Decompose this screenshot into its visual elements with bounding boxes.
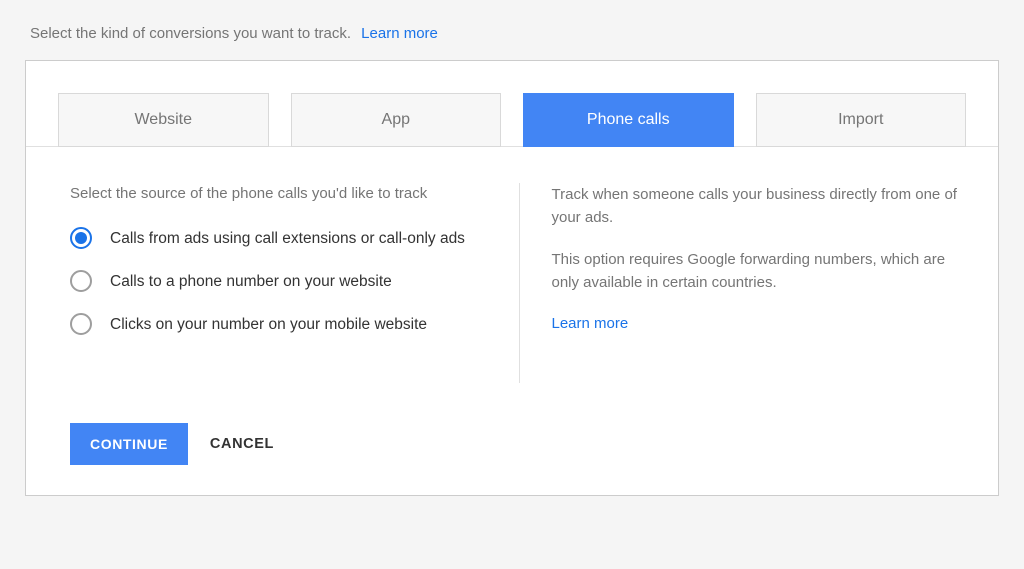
cancel-button[interactable]: CANCEL — [210, 436, 274, 452]
radio-option-calls-from-ads[interactable]: Calls from ads using call extensions or … — [70, 227, 481, 250]
radio-label: Calls to a phone number on your website — [110, 270, 392, 293]
tab-label: App — [382, 111, 410, 129]
tab-app[interactable]: App — [291, 93, 502, 147]
tab-website[interactable]: Website — [58, 93, 269, 147]
radio-icon — [70, 227, 92, 249]
description-text-2: This option requires Google forwarding n… — [552, 248, 963, 295]
tab-label: Phone calls — [587, 111, 670, 129]
right-learn-more-link[interactable]: Learn more — [552, 315, 629, 332]
left-panel: Select the source of the phone calls you… — [70, 183, 511, 383]
action-row: CONTINUE CANCEL — [26, 393, 998, 495]
tab-phone-calls[interactable]: Phone calls — [523, 93, 734, 147]
tab-label: Import — [838, 111, 883, 129]
source-prompt: Select the source of the phone calls you… — [70, 183, 481, 205]
radio-icon — [70, 270, 92, 292]
tab-bar: Website App Phone calls Import — [26, 61, 998, 147]
radio-label: Clicks on your number on your mobile web… — [110, 313, 427, 336]
radio-option-calls-to-website[interactable]: Calls to a phone number on your website — [70, 270, 481, 293]
tab-import[interactable]: Import — [756, 93, 967, 147]
right-panel: Track when someone calls your business d… — [528, 183, 963, 383]
description-text-1: Track when someone calls your business d… — [552, 183, 963, 230]
radio-option-clicks-mobile[interactable]: Clicks on your number on your mobile web… — [70, 313, 481, 336]
intro-label: Select the kind of conversions you want … — [30, 25, 351, 42]
continue-button[interactable]: CONTINUE — [70, 423, 188, 465]
radio-label: Calls from ads using call extensions or … — [110, 227, 465, 250]
radio-icon — [70, 313, 92, 335]
intro-text: Select the kind of conversions you want … — [25, 25, 999, 42]
conversion-card: Website App Phone calls Import Select th… — [25, 60, 999, 496]
intro-learn-more-link[interactable]: Learn more — [361, 25, 438, 42]
tab-label: Website — [134, 111, 192, 129]
card-body: Select the source of the phone calls you… — [26, 147, 998, 393]
vertical-divider — [519, 183, 520, 383]
radio-group: Calls from ads using call extensions or … — [70, 227, 481, 337]
